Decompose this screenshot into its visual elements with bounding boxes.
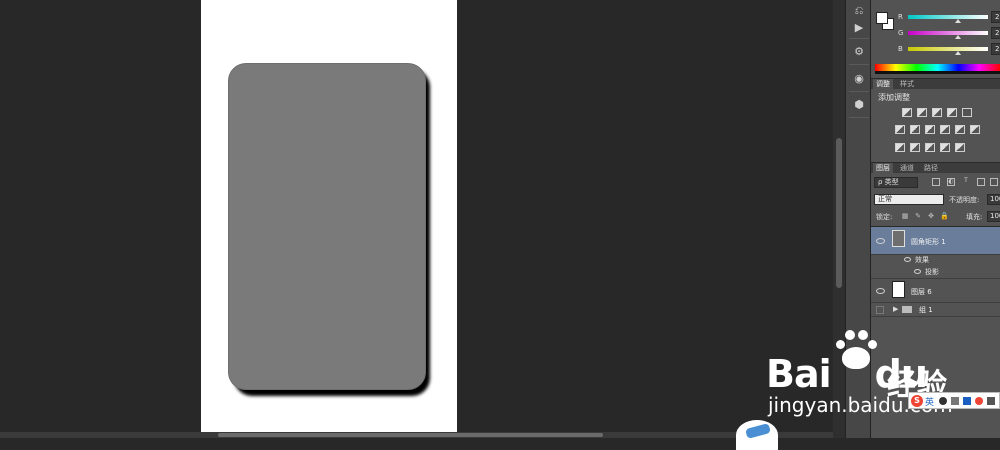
curves-icon[interactable] [932,108,942,117]
threshold-icon[interactable] [925,143,935,152]
vertical-scroll-thumb[interactable] [836,138,842,288]
channel-mixer-icon[interactable] [955,125,965,134]
properties-icon[interactable]: ⚙ [849,42,869,60]
layer-name[interactable]: 图层 6 [911,287,932,297]
visibility-eye-icon[interactable] [876,238,885,244]
lock-position-icon[interactable]: ✥ [927,212,935,220]
moon-icon[interactable] [939,397,947,405]
layer-row-layer-6[interactable]: 图层 6 [871,279,1000,303]
filter-adjustment-icon[interactable]: ◐ [947,178,955,186]
visibility-toggle-empty[interactable] [876,306,884,314]
tab-styles[interactable]: 样式 [897,79,917,90]
horizontal-scroll-thumb[interactable] [218,433,603,437]
drop-shadow-eye-icon[interactable] [914,269,921,274]
lock-all-icon[interactable]: 🔒 [940,212,949,220]
brush-preset-icon[interactable]: ◉ [849,69,869,87]
filter-pixel-icon[interactable] [932,178,940,186]
layers-tabs: 图层 通道 路径 [871,162,1000,174]
tab-paths[interactable]: 路径 [921,163,941,174]
tab-channels[interactable]: 通道 [897,163,917,174]
horizontal-scrollbar[interactable] [0,432,835,438]
layer-row-group-1[interactable]: ▶ 组 1 [871,303,1000,317]
slider-b[interactable]: B 255 [898,43,1000,57]
channel-value-field[interactable]: 255 [991,43,1000,55]
layer-row-rounded-rect[interactable]: 圆角矩形 1 [871,227,1000,255]
opacity-label: 不透明度: [949,196,980,204]
ime-toolbar[interactable]: S 英 [908,392,1000,409]
punctuation-icon[interactable] [951,397,959,405]
filter-shape-icon[interactable] [977,178,985,186]
layer-thumbnail [892,281,905,298]
posterize-icon[interactable] [910,143,920,152]
gradient-map-icon[interactable] [955,143,965,152]
adjustments-tabs: 调整 样式 [871,78,1000,90]
lock-label: 锁定: [876,213,893,221]
slider-g[interactable]: G 255 [898,27,1000,41]
slider-track[interactable] [908,47,988,51]
rounded-rectangle-shape[interactable] [228,63,426,390]
effects-eye-icon[interactable] [904,257,911,262]
channel-label: B [898,45,903,53]
fill-input[interactable]: 100 [987,211,1000,222]
drop-shadow-effect-label[interactable]: 投影 [925,267,939,277]
channel-label: R [898,13,903,21]
ime-language-toggle[interactable]: 英 [925,395,934,408]
slider-r[interactable]: R 255 [898,11,1000,25]
color-panel: R 255 G 255 B 255 [871,0,1000,76]
tab-adjustments[interactable]: 调整 [873,79,893,90]
play-action-icon[interactable]: ▶ [849,18,869,36]
layer-effects-group: 效果 投影 [871,255,1000,279]
slider-track[interactable] [908,15,988,19]
hue-saturation-icon[interactable] [895,125,905,134]
levels-icon[interactable] [917,108,927,117]
add-adjustment-title: 添加调整 [878,93,910,102]
brightness-icon[interactable] [902,108,912,117]
channel-value-field[interactable]: 255 [991,11,1000,23]
baidu-jingyan-watermark: Bai du 经验 jingyan.baidu.com [736,330,1000,450]
visibility-eye-icon[interactable] [876,288,885,294]
skin-icon[interactable] [975,397,983,405]
layer-filter-select[interactable]: ρ 类型 [874,177,918,188]
layer-name[interactable]: 组 1 [919,305,933,315]
layer-name[interactable]: 圆角矩形 1 [911,237,946,247]
layer-thumbnail [892,230,905,247]
filter-smart-object-icon[interactable] [990,178,998,186]
lock-pixels-icon[interactable]: ✎ [914,212,922,220]
color-balance-icon[interactable] [910,125,920,134]
folder-icon [902,306,912,313]
slider-handle[interactable] [955,19,961,23]
canvas-area[interactable] [0,0,835,432]
channel-label: G [898,29,904,37]
foreground-color-swatch[interactable] [876,12,888,24]
expand-arrow-icon[interactable]: ▶ [893,305,898,313]
blend-mode-select[interactable]: 正常 [874,194,944,205]
slider-track[interactable] [908,31,988,35]
filter-type-icon[interactable]: T [962,178,970,186]
sogou-logo-icon[interactable]: S [911,395,923,407]
invert-icon[interactable] [895,143,905,152]
channel-value-field[interactable]: 255 [991,27,1000,39]
exposure-icon[interactable] [947,108,957,117]
toolbox-icon[interactable] [987,397,995,405]
lock-transparent-icon[interactable]: ▦ [901,212,909,220]
keyboard-icon[interactable] [963,397,971,405]
fill-label: 填充: [966,213,983,221]
slider-handle[interactable] [955,51,961,55]
vibrance-icon[interactable] [962,108,972,117]
slider-handle[interactable] [955,35,961,39]
opacity-input[interactable]: 100 [987,194,1000,205]
selective-color-icon[interactable] [940,143,950,152]
spectrum-dark-strip[interactable] [875,71,1000,74]
tab-layers[interactable]: 图层 [873,163,893,174]
photo-filter-icon[interactable] [940,125,950,134]
black-white-icon[interactable] [925,125,935,134]
color-lookup-icon[interactable] [970,125,980,134]
3d-cube-icon[interactable]: ⬢ [849,95,869,113]
effects-label: 效果 [915,256,929,264]
document-canvas[interactable] [201,0,457,432]
